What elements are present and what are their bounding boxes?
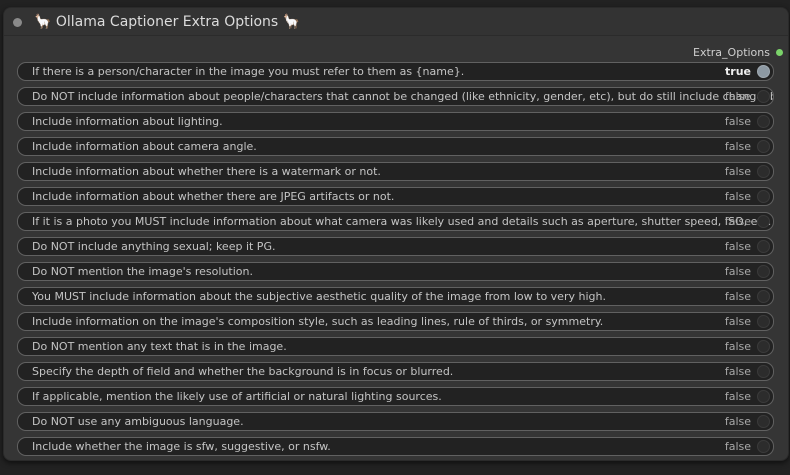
toggle-knob-icon[interactable]: [757, 240, 770, 253]
option-toggle-row[interactable]: Do NOT include information about people/…: [17, 87, 774, 106]
toggle-knob-icon[interactable]: [757, 415, 770, 428]
toggle-knob-icon[interactable]: [757, 390, 770, 403]
toggle-knob-icon[interactable]: [757, 190, 770, 203]
toggle-knob-icon[interactable]: [757, 115, 770, 128]
option-value: false: [724, 390, 751, 403]
option-label: Specify the depth of field and whether t…: [32, 365, 454, 378]
ollama-captioner-extra-options-node[interactable]: 🦙 Ollama Captioner Extra Options 🦙 Extra…: [3, 7, 789, 461]
toggle-knob-icon[interactable]: [757, 140, 770, 153]
option-value: false: [724, 290, 751, 303]
option-toggle-row[interactable]: Include whether the image is sfw, sugges…: [17, 437, 774, 456]
option-toggle-row[interactable]: Do NOT use any ambiguous language. false: [17, 412, 774, 431]
option-value: false: [724, 140, 751, 153]
toggle-knob-icon[interactable]: [757, 165, 770, 178]
option-toggle-row[interactable]: Do NOT include anything sexual; keep it …: [17, 237, 774, 256]
option-label: Include information about camera angle.: [32, 140, 257, 153]
toggle-knob-icon[interactable]: [757, 315, 770, 328]
option-label: You MUST include information about the s…: [32, 290, 606, 303]
option-toggle-row[interactable]: You MUST include information about the s…: [17, 287, 774, 306]
output-slot-extra-options[interactable]: Extra_Options: [693, 44, 788, 60]
toggle-knob-icon[interactable]: [757, 265, 770, 278]
option-value: false: [724, 115, 751, 128]
toggle-knob-icon[interactable]: [757, 440, 770, 453]
option-toggle-row[interactable]: Include information about camera angle. f…: [17, 137, 774, 156]
option-value: true: [725, 65, 751, 78]
option-toggle-row[interactable]: If there is a person/character in the im…: [17, 62, 774, 81]
option-value: false: [724, 190, 751, 203]
node-title-bar[interactable]: 🦙 Ollama Captioner Extra Options 🦙: [4, 8, 788, 36]
option-value: false: [724, 265, 751, 278]
toggle-knob-icon[interactable]: [757, 365, 770, 378]
option-label: Do NOT include information about people/…: [32, 90, 773, 103]
option-toggle-row[interactable]: Do NOT mention the image's resolution. fa…: [17, 262, 774, 281]
option-toggle-row[interactable]: If applicable, mention the likely use of…: [17, 387, 774, 406]
option-value: false: [724, 165, 751, 178]
option-value: false: [724, 90, 751, 103]
option-toggle-row[interactable]: If it is a photo you MUST include inform…: [17, 212, 774, 231]
toggle-knob-icon[interactable]: [757, 90, 770, 103]
option-label: Do NOT use any ambiguous language.: [32, 415, 244, 428]
option-value: false: [724, 315, 751, 328]
toggle-knob-icon[interactable]: [757, 290, 770, 303]
option-value: false: [724, 240, 751, 253]
option-value: false: [724, 415, 751, 428]
option-label: If it is a photo you MUST include inform…: [32, 215, 772, 228]
option-label: Include information about lighting.: [32, 115, 223, 128]
option-label: Include information on the image's compo…: [32, 315, 604, 328]
option-label: Do NOT mention any text that is in the i…: [32, 340, 287, 353]
node-title: 🦙 Ollama Captioner Extra Options 🦙: [34, 14, 301, 30]
option-label: If there is a person/character in the im…: [32, 65, 465, 78]
options-list: If there is a person/character in the im…: [17, 62, 774, 460]
option-label: Include information about whether there …: [32, 165, 381, 178]
option-toggle-row[interactable]: Include information about whether there …: [17, 162, 774, 181]
option-toggle-row[interactable]: Include information on the image's compo…: [17, 312, 774, 331]
option-toggle-row[interactable]: Include information about lighting. false: [17, 112, 774, 131]
option-toggle-row[interactable]: Include information about whether there …: [17, 187, 774, 206]
toggle-knob-icon[interactable]: [757, 65, 770, 78]
option-label: Include information about whether there …: [32, 190, 395, 203]
option-label: Include whether the image is sfw, sugges…: [32, 440, 331, 453]
option-label: Do NOT include anything sexual; keep it …: [32, 240, 276, 253]
toggle-knob-icon[interactable]: [757, 215, 770, 228]
option-value: false: [724, 340, 751, 353]
option-value: false: [724, 215, 751, 228]
output-connector-dot-icon[interactable]: [776, 48, 783, 56]
option-value: false: [724, 365, 751, 378]
collapse-toggle-icon[interactable]: [13, 18, 22, 27]
option-toggle-row[interactable]: Do NOT mention any text that is in the i…: [17, 337, 774, 356]
toggle-knob-icon[interactable]: [757, 340, 770, 353]
option-label: Do NOT mention the image's resolution.: [32, 265, 253, 278]
option-toggle-row[interactable]: Specify the depth of field and whether t…: [17, 362, 774, 381]
option-value: false: [724, 440, 751, 453]
option-label: If applicable, mention the likely use of…: [32, 390, 442, 403]
output-slot-label: Extra_Options: [693, 45, 770, 59]
